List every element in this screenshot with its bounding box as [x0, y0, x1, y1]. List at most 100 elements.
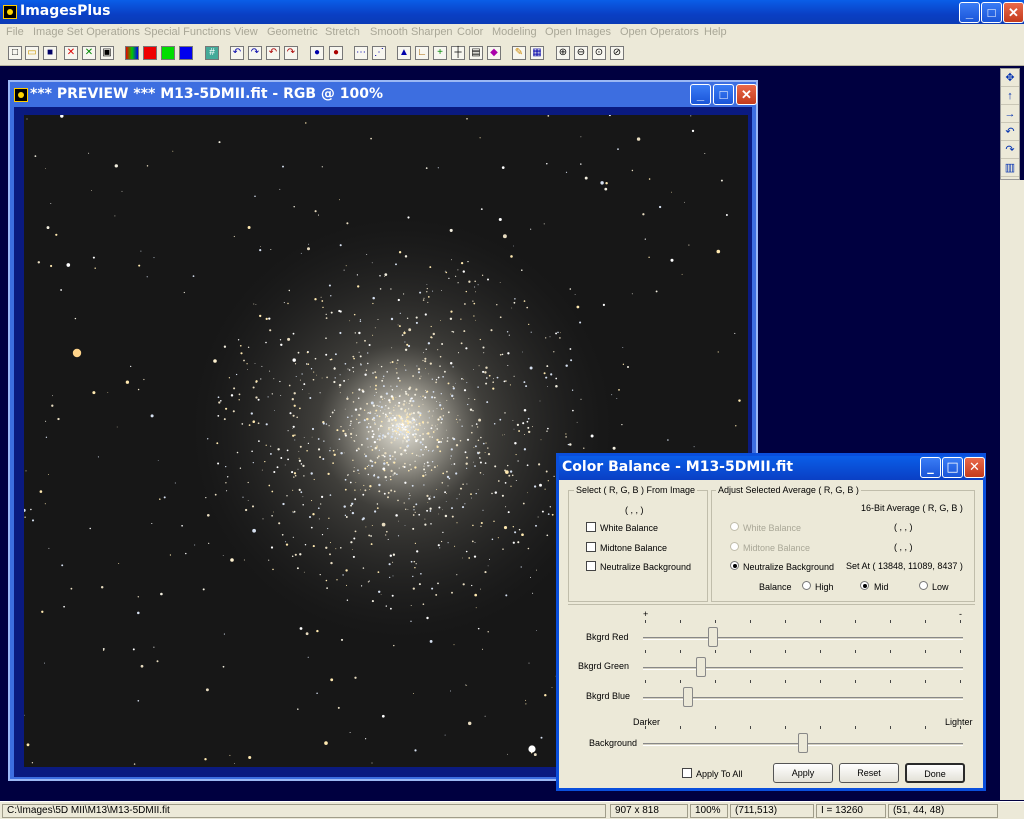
dotted-curve-icon[interactable]: ⋰: [372, 46, 386, 60]
menu-view[interactable]: View: [234, 26, 258, 38]
star: [415, 438, 417, 441]
preview-close-button[interactable]: ✕: [736, 84, 757, 105]
dialog-close-button[interactable]: ✕: [964, 457, 985, 478]
rotate-right-icon[interactable]: ↷: [1001, 141, 1019, 159]
star: [406, 424, 409, 427]
bkgrd-blue-slider[interactable]: [682, 687, 693, 707]
star: [393, 406, 395, 409]
rotate-left-icon[interactable]: ↶: [1001, 123, 1019, 141]
apply-button[interactable]: Apply: [773, 763, 833, 783]
star: [366, 426, 369, 429]
status-rgb: (51, 44, 48): [888, 804, 998, 818]
minimize-button[interactable]: _: [959, 2, 980, 23]
neutralize-background-checkbox[interactable]: [586, 561, 596, 571]
menu-open-operators[interactable]: Open Operators: [620, 26, 699, 38]
color-picker-icon[interactable]: ◆: [487, 46, 501, 60]
star: [286, 449, 289, 452]
dialog-maximize-button[interactable]: □: [942, 457, 963, 478]
midtone-balance-radio[interactable]: [730, 542, 739, 551]
window-icon[interactable]: ▥: [1001, 159, 1019, 177]
white-balance-checkbox[interactable]: [586, 522, 596, 532]
menu-geometric[interactable]: Geometric: [267, 26, 318, 38]
select-circle-icon[interactable]: ●: [310, 46, 324, 60]
arrow-right-icon[interactable]: →: [1001, 105, 1019, 123]
neutralize-background-radio[interactable]: [730, 561, 739, 570]
star: [429, 266, 432, 269]
balance-low-radio[interactable]: [919, 581, 928, 590]
star: [523, 381, 526, 384]
zoom-fit-icon[interactable]: ⊙: [592, 46, 606, 60]
histogram-icon[interactable]: ▲: [397, 46, 411, 60]
undo-icon[interactable]: ↶: [230, 46, 244, 60]
star: [400, 452, 403, 456]
red-channel-icon[interactable]: [143, 46, 157, 60]
close-image-icon[interactable]: ✕: [64, 46, 78, 60]
menu-open-images[interactable]: Open Images: [545, 26, 611, 38]
reset-button[interactable]: Reset: [839, 763, 899, 783]
rgb-channels-icon[interactable]: [125, 46, 139, 60]
star: [551, 686, 553, 688]
menu-file[interactable]: File: [6, 26, 24, 38]
preview-maximize-button[interactable]: □: [713, 84, 734, 105]
star: [284, 464, 286, 466]
open-folder-icon[interactable]: ▭: [25, 46, 39, 60]
close-all-icon[interactable]: ✕: [82, 46, 96, 60]
blue-channel-icon[interactable]: [179, 46, 193, 60]
white-balance-radio[interactable]: [730, 522, 739, 531]
balance-mid-radio[interactable]: [860, 581, 869, 590]
menu-special-functions[interactable]: Special Functions: [144, 26, 231, 38]
zoom-in-icon[interactable]: ⊕: [556, 46, 570, 60]
done-button[interactable]: Done: [905, 763, 965, 783]
menu-image-set-operations[interactable]: Image Set Operations: [33, 26, 140, 38]
star: [526, 420, 529, 423]
star: [353, 537, 356, 540]
star: [720, 179, 723, 182]
redo-all-icon[interactable]: ↷: [284, 46, 298, 60]
dotted-line-icon[interactable]: ⋯: [354, 46, 368, 60]
move-icon[interactable]: ✥: [1001, 69, 1019, 87]
select-point-icon[interactable]: ●: [329, 46, 343, 60]
dialog-minimize-button[interactable]: _: [920, 457, 941, 478]
redo-icon[interactable]: ↷: [248, 46, 262, 60]
undo-all-icon[interactable]: ↶: [266, 46, 280, 60]
matrix-icon[interactable]: ▦: [530, 46, 544, 60]
star: [329, 449, 331, 452]
star: [295, 375, 297, 378]
star: [424, 471, 426, 473]
plus-icon[interactable]: +: [433, 46, 447, 60]
print-icon[interactable]: ▣: [100, 46, 114, 60]
menu-stretch[interactable]: Stretch: [325, 26, 360, 38]
maximize-button[interactable]: □: [981, 2, 1002, 23]
new-file-icon[interactable]: □: [8, 46, 22, 60]
preview-minimize-button[interactable]: _: [690, 84, 711, 105]
background-slider[interactable]: [798, 733, 808, 753]
balance-high-radio[interactable]: [802, 581, 811, 590]
curves-icon[interactable]: ∟: [415, 46, 429, 60]
save-icon[interactable]: ■: [43, 46, 57, 60]
midtone-balance-checkbox[interactable]: [586, 542, 596, 552]
star: [406, 430, 410, 434]
zoom-actual-icon[interactable]: ⊘: [610, 46, 624, 60]
calculator-icon[interactable]: ▤: [469, 46, 483, 60]
star: [349, 732, 351, 733]
green-channel-icon[interactable]: [161, 46, 175, 60]
close-button[interactable]: ✕: [1003, 2, 1024, 23]
star: [414, 460, 416, 462]
arrow-up-icon[interactable]: ↑: [1001, 87, 1019, 105]
bkgrd-red-slider[interactable]: [708, 627, 719, 647]
grid-icon[interactable]: #: [205, 46, 219, 60]
star: [475, 291, 476, 293]
star: [527, 417, 530, 420]
zoom-out-icon[interactable]: ⊖: [574, 46, 588, 60]
pencil-icon[interactable]: ✎: [512, 46, 526, 60]
bkgrd-green-slider[interactable]: [695, 657, 706, 677]
apply-to-all-checkbox[interactable]: [682, 768, 692, 778]
star: [446, 440, 449, 442]
menu-help[interactable]: Help: [704, 26, 727, 38]
menu-color[interactable]: Color: [457, 26, 483, 38]
star: [268, 484, 271, 487]
menu-smooth-sharpen[interactable]: Smooth Sharpen: [370, 26, 453, 38]
crosshair-icon[interactable]: ┼: [451, 46, 465, 60]
star: [440, 408, 443, 410]
menu-modeling[interactable]: Modeling: [492, 26, 537, 38]
